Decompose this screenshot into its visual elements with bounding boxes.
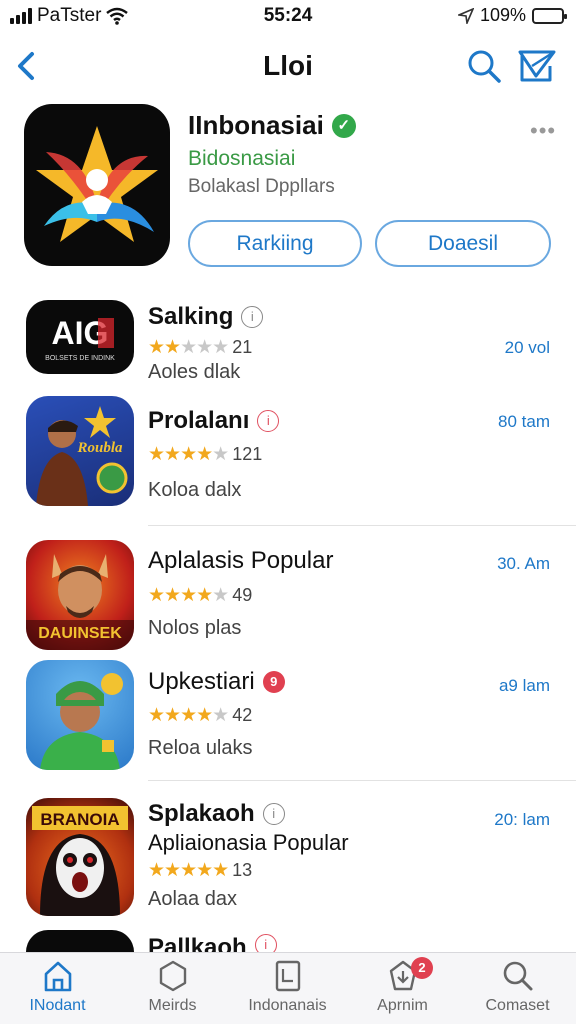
app-rating: ★★★★★ 21: [148, 336, 252, 359]
info-icon[interactable]: i: [241, 306, 264, 328]
app-time: a9 lam: [498, 676, 550, 695]
app-name[interactable]: Upkestiari: [148, 668, 255, 696]
alert-icon[interactable]: i: [254, 934, 277, 952]
star-rating-icon: ★★★★★: [148, 337, 229, 358]
app-rating: ★★★★★ 13: [148, 859, 252, 882]
status-bar: PaTster 55:24 109%: [0, 0, 576, 32]
app-name[interactable]: Splakaoh: [148, 800, 255, 828]
featured-app-developer[interactable]: Bidosnasiai: [188, 147, 295, 171]
tab-search[interactable]: Comaset: [460, 959, 575, 1021]
tab-games[interactable]: Meirds: [115, 959, 230, 1021]
tab-label: Meirds: [148, 997, 197, 1014]
notification-badge: 2: [411, 957, 433, 979]
home-icon: [44, 961, 71, 992]
tab-apps[interactable]: Indonanais: [230, 959, 345, 1021]
verified-icon: ✓: [331, 113, 356, 138]
app-icon[interactable]: Roubla: [26, 396, 134, 506]
hexagon-icon: [159, 960, 186, 992]
tab-updates[interactable]: 2 Aprnim: [345, 957, 460, 1021]
detail-button[interactable]: Doaesil: [375, 220, 551, 267]
app-time: 20 vol: [504, 338, 550, 357]
app-icon-logo-text: DAUINSEK: [38, 625, 122, 642]
app-title-row: Splakaoh i: [148, 800, 285, 828]
app-description: Koloa dalx: [148, 479, 242, 501]
app-description: Nolos plas: [148, 617, 242, 639]
tab-label: Comaset: [485, 997, 550, 1014]
app-icon[interactable]: AIG BOLSETS DE INDINK: [26, 300, 134, 374]
rating-count: 13: [232, 860, 253, 880]
app-icon[interactable]: [26, 930, 134, 952]
app-title-row: Prolalanı i: [148, 407, 280, 435]
app-icon[interactable]: DAUINSEK: [26, 540, 134, 650]
app-rating: ★★★★★ 121: [148, 443, 262, 466]
battery-icon: [532, 7, 567, 24]
list-divider: [148, 780, 576, 781]
status-right: 109%: [457, 5, 567, 26]
app-icon[interactable]: BRANOIA: [26, 798, 134, 916]
rating-count: 49: [232, 585, 253, 605]
info-icon[interactable]: i: [262, 803, 285, 825]
app-name[interactable]: Aplalasis Popular: [148, 547, 333, 575]
app-icon[interactable]: [26, 660, 134, 770]
rating-count: 21: [232, 337, 253, 357]
star-rating-icon: ★★★★★: [148, 860, 229, 881]
star-rating-icon: ★★★★★: [148, 705, 229, 726]
rating-count: 121: [232, 444, 263, 464]
app-name[interactable]: Prolalanı: [148, 407, 249, 435]
app-time: 80 tam: [498, 412, 550, 431]
app-name[interactable]: Pallkaoh: [148, 934, 247, 952]
featured-app-name[interactable]: IInbonasiai: [188, 110, 324, 141]
more-icon[interactable]: •••: [530, 118, 556, 144]
app-icon-subtext: BOLSETS DE INDINK: [45, 355, 115, 362]
app-description: Aoles dlak: [148, 361, 241, 383]
tab-bar: INodant Meirds Indonanais 2 Aprnim Comas…: [0, 952, 576, 1024]
app-icon-logo-text: Roubla: [76, 440, 123, 456]
featured-app-icon[interactable]: [24, 104, 170, 266]
featured-app-category: Bolakasl Dppllars: [188, 176, 335, 197]
app-rating: ★★★★★ 49: [148, 584, 252, 607]
app-title-row: Pallkaoh i: [148, 934, 277, 952]
alert-icon[interactable]: i: [257, 410, 280, 432]
notification-badge: 9: [262, 671, 285, 693]
app-title-row: Salking i: [148, 303, 264, 331]
app-time: 20: lam: [494, 810, 550, 829]
app-subtitle: Apliaionasia Popular: [148, 830, 349, 855]
app-icon-logo-text: BRANOIA: [40, 810, 119, 829]
rating-count: 42: [232, 705, 253, 725]
app-rating: ★★★★★ 42: [148, 704, 252, 727]
star-rating-icon: ★★★★★: [148, 444, 229, 465]
featured-app-title-row: IInbonasiai ✓: [188, 110, 356, 141]
app-description: Reloa ulaks: [148, 737, 253, 759]
document-icon: [275, 960, 300, 992]
app-description: Aolaa dax: [148, 888, 237, 910]
nav-bar: Lloi: [0, 38, 576, 94]
tab-label: Aprnim: [377, 997, 428, 1014]
app-title-row: Upkestiari 9: [148, 668, 285, 696]
app-name[interactable]: Salking: [148, 303, 233, 331]
search-icon: [503, 961, 532, 991]
star-rating-icon: ★★★★★: [148, 585, 229, 606]
location-icon: [457, 7, 474, 24]
tab-home[interactable]: INodant: [0, 959, 115, 1021]
app-time: 30. Am: [497, 554, 550, 573]
tab-label: Indonanais: [248, 997, 327, 1014]
battery-percent: 109%: [479, 5, 526, 25]
share-icon[interactable]: [514, 44, 558, 86]
search-icon[interactable]: [466, 46, 502, 86]
tab-label: INodant: [29, 997, 86, 1014]
app-title-row: Aplalasis Popular: [148, 547, 333, 575]
list-divider: [148, 525, 576, 526]
ranking-button[interactable]: Rarkiing: [188, 220, 362, 267]
